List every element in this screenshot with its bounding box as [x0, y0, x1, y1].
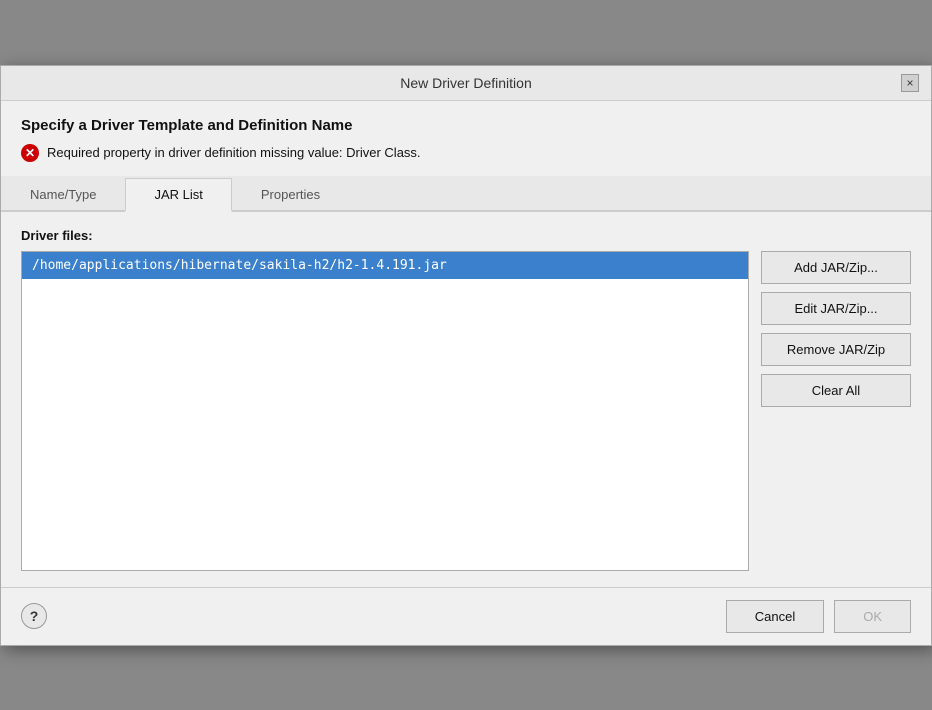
- dialog-heading: Specify a Driver Template and Definition…: [21, 117, 911, 134]
- close-button[interactable]: ×: [901, 74, 919, 92]
- tab-name-type[interactable]: Name/Type: [1, 178, 125, 212]
- add-jar-button[interactable]: Add JAR/Zip...: [761, 251, 911, 284]
- dialog-footer: ? Cancel OK: [1, 587, 931, 645]
- tab-properties[interactable]: Properties: [232, 178, 349, 212]
- error-message: Required property in driver definition m…: [47, 145, 421, 160]
- footer-actions: Cancel OK: [726, 600, 911, 633]
- help-button[interactable]: ?: [21, 603, 47, 629]
- dialog-title: New Driver Definition: [31, 75, 901, 91]
- driver-files-label: Driver files:: [21, 228, 911, 243]
- tabs-section: Name/Type JAR List Properties Driver fil…: [1, 176, 931, 587]
- error-row: ✕ Required property in driver definition…: [21, 144, 911, 162]
- jar-list-item[interactable]: /home/applications/hibernate/sakila-h2/h…: [22, 252, 748, 279]
- clear-all-button[interactable]: Clear All: [761, 374, 911, 407]
- new-driver-dialog: New Driver Definition × Specify a Driver…: [0, 65, 932, 646]
- cancel-button[interactable]: Cancel: [726, 600, 824, 633]
- title-bar: New Driver Definition ×: [1, 66, 931, 101]
- jar-buttons-panel: Add JAR/Zip... Edit JAR/Zip... Remove JA…: [761, 251, 911, 407]
- jar-list-tab-content: Driver files: /home/applications/hiberna…: [1, 212, 931, 587]
- remove-jar-button[interactable]: Remove JAR/Zip: [761, 333, 911, 366]
- tabs-bar: Name/Type JAR List Properties: [1, 176, 931, 212]
- error-icon: ✕: [21, 144, 39, 162]
- tab-jar-list[interactable]: JAR List: [125, 178, 231, 212]
- jar-section: /home/applications/hibernate/sakila-h2/h…: [21, 251, 911, 571]
- dialog-body: Specify a Driver Template and Definition…: [1, 101, 931, 172]
- edit-jar-button[interactable]: Edit JAR/Zip...: [761, 292, 911, 325]
- jar-file-list[interactable]: /home/applications/hibernate/sakila-h2/h…: [21, 251, 749, 571]
- ok-button[interactable]: OK: [834, 600, 911, 633]
